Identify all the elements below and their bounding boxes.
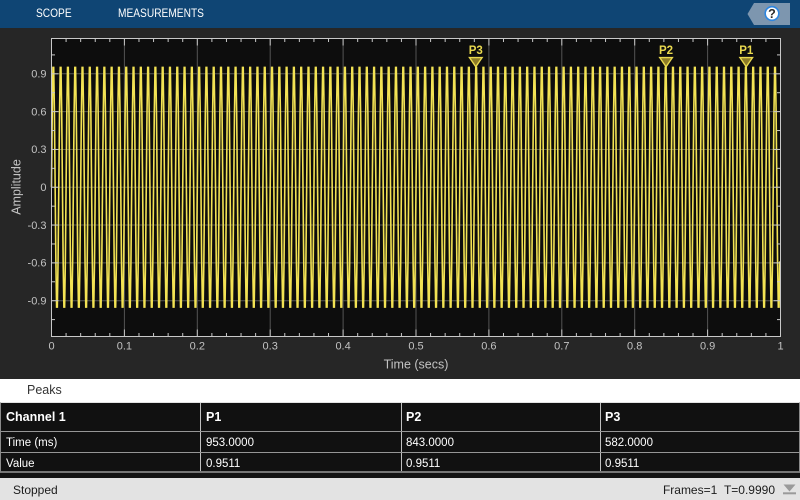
svg-text:0.9: 0.9 (31, 69, 46, 81)
svg-text:0.8: 0.8 (627, 341, 642, 353)
svg-text:-0.3: -0.3 (28, 220, 47, 232)
svg-text:0.4: 0.4 (335, 341, 350, 353)
svg-text:0.2: 0.2 (190, 341, 205, 353)
svg-text:-0.9: -0.9 (28, 296, 47, 308)
svg-text:P2: P2 (659, 45, 673, 57)
svg-text:0.3: 0.3 (263, 341, 278, 353)
svg-text:?: ? (768, 7, 776, 21)
svg-text:0: 0 (48, 341, 54, 353)
svg-text:Time (secs): Time (secs) (384, 358, 449, 372)
svg-text:0.3: 0.3 (31, 144, 46, 156)
svg-text:P1: P1 (739, 45, 754, 57)
svg-text:0.5: 0.5 (408, 341, 423, 353)
svg-text:0.1: 0.1 (117, 341, 132, 353)
svg-text:1: 1 (777, 341, 783, 353)
svg-text:0.6: 0.6 (31, 106, 46, 118)
svg-text:0: 0 (40, 182, 46, 194)
svg-text:0.7: 0.7 (554, 341, 569, 353)
svg-text:0.9: 0.9 (700, 341, 715, 353)
svg-text:Amplitude: Amplitude (10, 159, 24, 215)
svg-text:-0.6: -0.6 (28, 258, 47, 270)
svg-text:0.6: 0.6 (481, 341, 496, 353)
svg-text:P3: P3 (469, 45, 483, 57)
